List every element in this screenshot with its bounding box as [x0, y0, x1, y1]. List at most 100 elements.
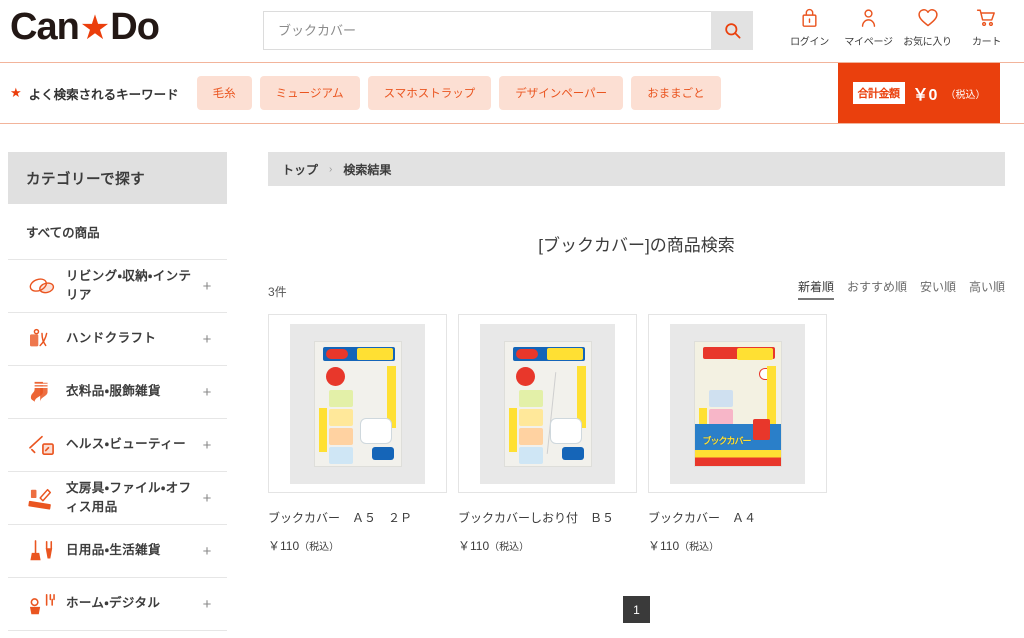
logo-text-left: Can [10, 6, 80, 48]
product-price: ￥110（税込） [648, 537, 827, 554]
search-button[interactable] [711, 11, 753, 50]
sidebar-item-stationery[interactable]: 文房具・ファイル・オフィス用品 + [8, 472, 227, 525]
sidebar-item-label: 文房具・ファイル・オフィス用品 [66, 480, 192, 514]
header-link-label: カート [971, 37, 1002, 48]
price-value: ￥110 [268, 539, 300, 553]
lock-icon [800, 6, 819, 28]
socks-icon [22, 380, 62, 405]
popular-keywords-title: ★ よく検索されるキーワード [10, 84, 179, 103]
sort-options: 新着順 おすすめ順 安い順 高い順 [797, 278, 1005, 300]
sidebar-heading: カテゴリーで探す [8, 152, 227, 204]
header-link-login[interactable]: ログイン [780, 6, 839, 48]
sidebar-item-label: ヘルス・ビューティー [66, 437, 187, 452]
expand-icon[interactable]: + [197, 596, 217, 613]
header-account-links: ログイン マイページ お気に入り カート [780, 6, 1016, 48]
product-price: ￥110（税込） [458, 537, 637, 554]
product-card[interactable]: ブックカバーしおり付 Ｂ５ ￥110（税込） [458, 314, 637, 554]
popular-keywords-label: よく検索されるキーワード [28, 87, 179, 102]
expand-icon[interactable]: + [197, 437, 217, 454]
result-count: 3件 [268, 285, 287, 299]
breadcrumb: トップ › 検索結果 [268, 152, 1005, 186]
price-tax-note: （税込） [679, 542, 720, 553]
expand-icon[interactable]: + [197, 543, 217, 560]
search-input[interactable] [263, 11, 711, 50]
cleaning-icon [22, 539, 62, 564]
page-title: [ブックカバー]の商品検索 [538, 236, 735, 255]
cart-total-label: 合計金額 [852, 82, 905, 104]
keyword-chip[interactable]: ミュージアム [259, 76, 360, 110]
home-icon [22, 592, 62, 617]
sidebar-item-home-digital[interactable]: ホーム・デジタル + [8, 578, 227, 631]
logo-text-right: Do [110, 6, 160, 48]
main-content: トップ › 検索結果 [ブックカバー]の商品検索 3件 新着順 おすすめ順 安い… [268, 152, 1005, 631]
keyword-chip[interactable]: デザインペーパー [499, 76, 624, 110]
header-link-mypage[interactable]: マイページ [839, 6, 898, 48]
sort-newest[interactable]: 新着順 [797, 278, 834, 300]
sidebar-item-label: リビング・収納・インテリア [66, 268, 192, 302]
popular-keywords-bar: ★ よく検索されるキーワード 毛糸 ミュージアム スマホストラップ デザインペー… [0, 62, 1024, 124]
sidebar-item-label: ハンドクラフト [66, 331, 157, 346]
sort-price-high[interactable]: 高い順 [969, 278, 1005, 300]
site-header: Can★Do ログイン [0, 0, 1024, 62]
product-grid: ブックカバー Ａ５ ２Ｐ ￥110（税込） ブックカバーしおり付 Ｂ５ ￥110… [268, 314, 1005, 554]
craft-icon [22, 327, 62, 351]
price-tax-note: （税込） [299, 542, 340, 553]
cushion-icon [22, 274, 62, 298]
expand-icon[interactable]: + [197, 490, 217, 507]
keyword-chip-list: 毛糸 ミュージアム スマホストラップ デザインペーパー おままごと [196, 76, 721, 110]
keyword-chip[interactable]: 毛糸 [196, 76, 252, 110]
sidebar-item-label: 衣料品・服飾雑貨 [66, 384, 161, 399]
stationery-icon [22, 486, 62, 510]
sidebar-item-label: すべての商品 [26, 226, 100, 240]
pagination-page-1[interactable]: 1 [623, 596, 650, 623]
expand-icon[interactable]: + [197, 331, 217, 348]
breadcrumb-item-top[interactable]: トップ [282, 161, 318, 178]
product-image[interactable] [458, 314, 637, 493]
sidebar-item-label: ホーム・デジタル [66, 596, 161, 611]
header-link-favorites[interactable]: お気に入り [898, 6, 957, 48]
sidebar-item-all-products[interactable]: すべての商品 [8, 204, 227, 260]
product-title: ブックカバー Ａ４ [648, 511, 757, 525]
user-icon [859, 6, 878, 28]
product-image[interactable] [268, 314, 447, 493]
pagination: 1 [268, 596, 1005, 623]
product-price: ￥110（税込） [268, 537, 447, 554]
header-link-cart[interactable]: カート [957, 6, 1016, 48]
site-logo[interactable]: Can ★ Do [10, 6, 160, 48]
sort-price-low[interactable]: 安い順 [920, 278, 956, 300]
search-bar [263, 11, 753, 50]
cart-total-amount: ￥0 [912, 87, 938, 104]
header-link-label: お気に入り [903, 37, 952, 48]
search-icon [724, 23, 740, 39]
keyword-chip[interactable]: スマホストラップ [367, 76, 492, 110]
cart-total-tax-note: （税込） [945, 89, 986, 101]
product-title: ブックカバー Ａ５ ２Ｐ [268, 511, 413, 525]
keyword-chip[interactable]: おままごと [631, 76, 721, 110]
beauty-icon [22, 433, 62, 457]
breadcrumb-item-search-results: 検索結果 [343, 162, 392, 177]
heart-icon [917, 6, 939, 28]
price-tax-note: （税込） [489, 542, 530, 553]
sidebar-item-daily-goods[interactable]: 日用品・生活雑貨 + [8, 525, 227, 578]
star-icon: ★ [79, 9, 111, 47]
product-card[interactable]: ブックカバー ブックカバー Ａ４ ￥110（税込） [648, 314, 827, 554]
product-image[interactable]: ブックカバー [648, 314, 827, 493]
price-value: ￥110 [648, 539, 680, 553]
expand-icon[interactable]: + [197, 278, 217, 295]
sidebar-item-handcraft[interactable]: ハンドクラフト + [8, 313, 227, 366]
cart-total-box[interactable]: 合計金額 ￥0 （税込） [838, 63, 1000, 123]
header-link-label: マイページ [844, 37, 893, 48]
chevron-right-icon: › [329, 163, 333, 175]
sidebar-item-clothing[interactable]: 衣料品・服飾雑貨 + [8, 366, 227, 419]
results-toolbar: 3件 新着順 おすすめ順 安い順 高い順 [268, 278, 1005, 300]
page-body: カテゴリーで探す すべての商品 リビング・収納・インテリア + ハンドクラフト … [0, 124, 1024, 631]
price-value: ￥110 [458, 539, 490, 553]
star-icon: ★ [10, 85, 22, 100]
sidebar-item-living[interactable]: リビング・収納・インテリア + [8, 260, 227, 313]
header-link-label: ログイン [790, 37, 829, 48]
sidebar-item-health-beauty[interactable]: ヘルス・ビューティー + [8, 419, 227, 472]
sidebar-item-label: 日用品・生活雑貨 [66, 543, 161, 558]
sort-recommended[interactable]: おすすめ順 [847, 278, 907, 300]
expand-icon[interactable]: + [197, 384, 217, 401]
product-card[interactable]: ブックカバー Ａ５ ２Ｐ ￥110（税込） [268, 314, 447, 554]
